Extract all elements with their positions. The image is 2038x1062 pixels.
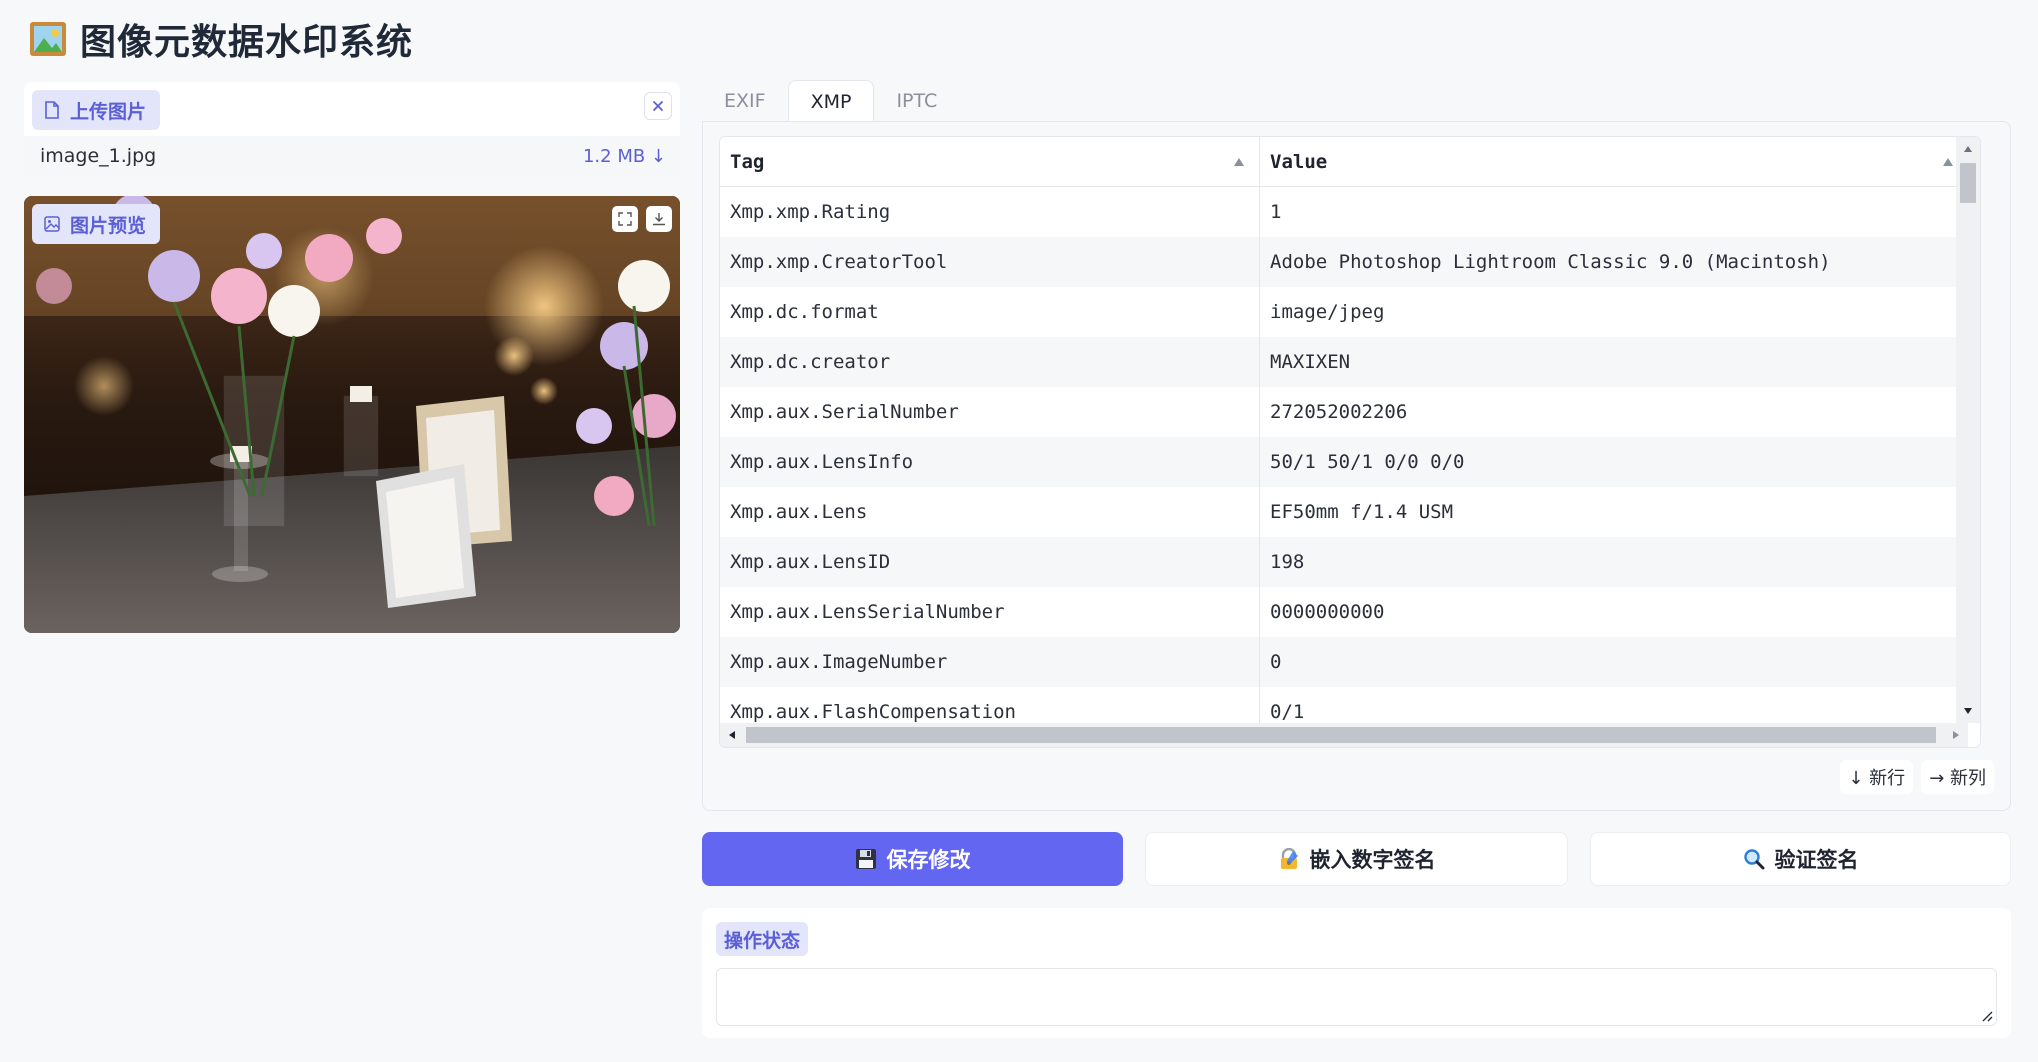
tag-cell[interactable]: Xmp.xmp.CreatorTool [720,237,1260,287]
scroll-left-icon[interactable] [728,730,736,740]
image-preview-panel: 图片预览 [24,196,680,633]
metadata-grid: Tag Value Xmp.xmp.Rating 1 Xmp.xmp.Creat… [720,137,1968,723]
horizontal-scrollbar[interactable] [720,723,1968,747]
upload-label: 上传图片 [32,90,161,130]
tab-exif[interactable]: EXIF [702,80,788,122]
uploaded-file-row: image_1.jpg 1.2 MB ↓ [24,136,680,176]
fullscreen-icon [618,212,632,226]
scroll-down-icon[interactable] [1963,707,1973,715]
tag-cell[interactable]: Xmp.dc.creator [720,337,1260,387]
upload-panel[interactable]: 上传图片 image_1.jpg 1.2 MB ↓ [24,82,680,176]
tag-cell[interactable]: Xmp.aux.FlashCompensation [720,687,1260,723]
table-row: Xmp.aux.LensSerialNumber 0000000000 [720,587,1968,637]
column-header-tag[interactable]: Tag [720,137,1260,186]
clear-upload-button[interactable] [644,92,672,120]
framed-picture-icon [30,22,66,56]
save-changes-label: 保存修改 [886,848,971,872]
upload-label-text: 上传图片 [70,100,147,123]
tag-cell[interactable]: Xmp.aux.SerialNumber [720,387,1260,437]
operation-status-panel: 操作状态 [702,908,2011,1038]
page-title: 图像元数据水印系统 [80,22,414,63]
table-actions: ↓ 新行 → 新列 [1840,760,1994,794]
preview-label-text: 图片预览 [70,214,147,237]
preview-image[interactable] [24,196,680,633]
table-body: Xmp.xmp.Rating 1 Xmp.xmp.CreatorTool Ado… [720,187,1968,723]
add-row-button[interactable]: ↓ 新行 [1840,760,1914,794]
value-cell[interactable]: 0000000000 [1260,587,1968,637]
metadata-table: Tag Value Xmp.xmp.Rating 1 Xmp.xmp.Creat… [719,136,1981,748]
app-header: 图像元数据水印系统 [30,14,413,64]
table-row: Xmp.dc.creator MAXIXEN [720,337,1968,387]
save-changes-button[interactable]: 保存修改 [702,832,1123,886]
tag-cell[interactable]: Xmp.aux.Lens [720,487,1260,537]
table-row: Xmp.aux.Lens EF50mm f/1.4 USM [720,487,1968,537]
download-icon [653,213,665,226]
scroll-right-icon[interactable] [1952,730,1960,740]
tag-cell[interactable]: Xmp.dc.format [720,287,1260,337]
table-row: Xmp.xmp.Rating 1 [720,187,1968,237]
embed-signature-label: 嵌入数字签名 [1309,848,1436,872]
table-row: Xmp.dc.format image/jpeg [720,287,1968,337]
status-output[interactable] [716,968,1997,1026]
resize-handle-icon[interactable] [1981,1010,1993,1022]
tag-cell[interactable]: Xmp.aux.ImageNumber [720,637,1260,687]
tab-iptc[interactable]: IPTC [874,80,959,122]
value-cell[interactable]: 50/1 50/1 0/0 0/0 [1260,437,1968,487]
fullscreen-button[interactable] [612,206,638,232]
table-row: Xmp.aux.ImageNumber 0 [720,637,1968,687]
sort-icon[interactable] [1233,157,1245,167]
tag-cell[interactable]: Xmp.aux.LensInfo [720,437,1260,487]
table-row: Xmp.aux.LensInfo 50/1 50/1 0/0 0/0 [720,437,1968,487]
column-header-value[interactable]: Value [1260,137,1968,186]
tag-cell[interactable]: Xmp.aux.LensSerialNumber [720,587,1260,637]
floppy-disk-icon [855,849,876,869]
value-cell[interactable]: MAXIXEN [1260,337,1968,387]
value-cell[interactable]: image/jpeg [1260,287,1968,337]
vertical-scroll-thumb[interactable] [1960,163,1976,203]
scroll-up-icon[interactable] [1963,145,1973,153]
tag-cell[interactable]: Xmp.aux.LensID [720,537,1260,587]
verify-signature-label: 验证签名 [1774,848,1859,872]
tab-xmp[interactable]: XMP [787,80,875,122]
table-row: Xmp.aux.LensID 198 [720,537,1968,587]
magnifying-glass-icon [1743,849,1764,870]
table-header: Tag Value [720,137,1968,187]
metadata-tabs: EXIF XMP IPTC [702,80,959,122]
embed-signature-button[interactable]: 嵌入数字签名 [1145,832,1568,886]
verify-signature-button[interactable]: 验证签名 [1590,832,2011,886]
value-cell[interactable]: Adobe Photoshop Lightroom Classic 9.0 (M… [1260,237,1968,287]
download-image-button[interactable] [646,206,672,232]
horizontal-scroll-thumb[interactable] [746,727,1936,743]
sort-icon[interactable] [1942,157,1954,167]
column-header-value-label: Value [1270,150,1328,173]
table-row: Xmp.aux.SerialNumber 272052002206 [720,387,1968,437]
add-column-button[interactable]: → 新列 [1921,760,1994,794]
value-cell[interactable]: 0 [1260,637,1968,687]
file-name: image_1.jpg [40,145,157,167]
file-size-download-link[interactable]: 1.2 MB ↓ [583,146,666,167]
xmp-tab-panel: Tag Value Xmp.xmp.Rating 1 Xmp.xmp.Creat… [702,121,2011,811]
value-cell[interactable]: EF50mm f/1.4 USM [1260,487,1968,537]
value-cell[interactable]: 0/1 [1260,687,1968,723]
value-cell[interactable]: 272052002206 [1260,387,1968,437]
image-icon [44,216,60,232]
table-row: Xmp.xmp.CreatorTool Adobe Photoshop Ligh… [720,237,1968,287]
status-label: 操作状态 [716,922,809,956]
tag-cell[interactable]: Xmp.xmp.Rating [720,187,1260,237]
value-cell[interactable]: 1 [1260,187,1968,237]
value-cell[interactable]: 198 [1260,537,1968,587]
close-icon [653,101,663,111]
file-icon [45,101,59,119]
table-row: Xmp.aux.FlashCompensation 0/1 [720,687,1968,723]
vertical-scrollbar[interactable] [1956,137,1980,723]
column-header-tag-label: Tag [730,150,765,173]
preview-label: 图片预览 [32,204,161,244]
lock-with-pen-icon [1280,848,1298,869]
